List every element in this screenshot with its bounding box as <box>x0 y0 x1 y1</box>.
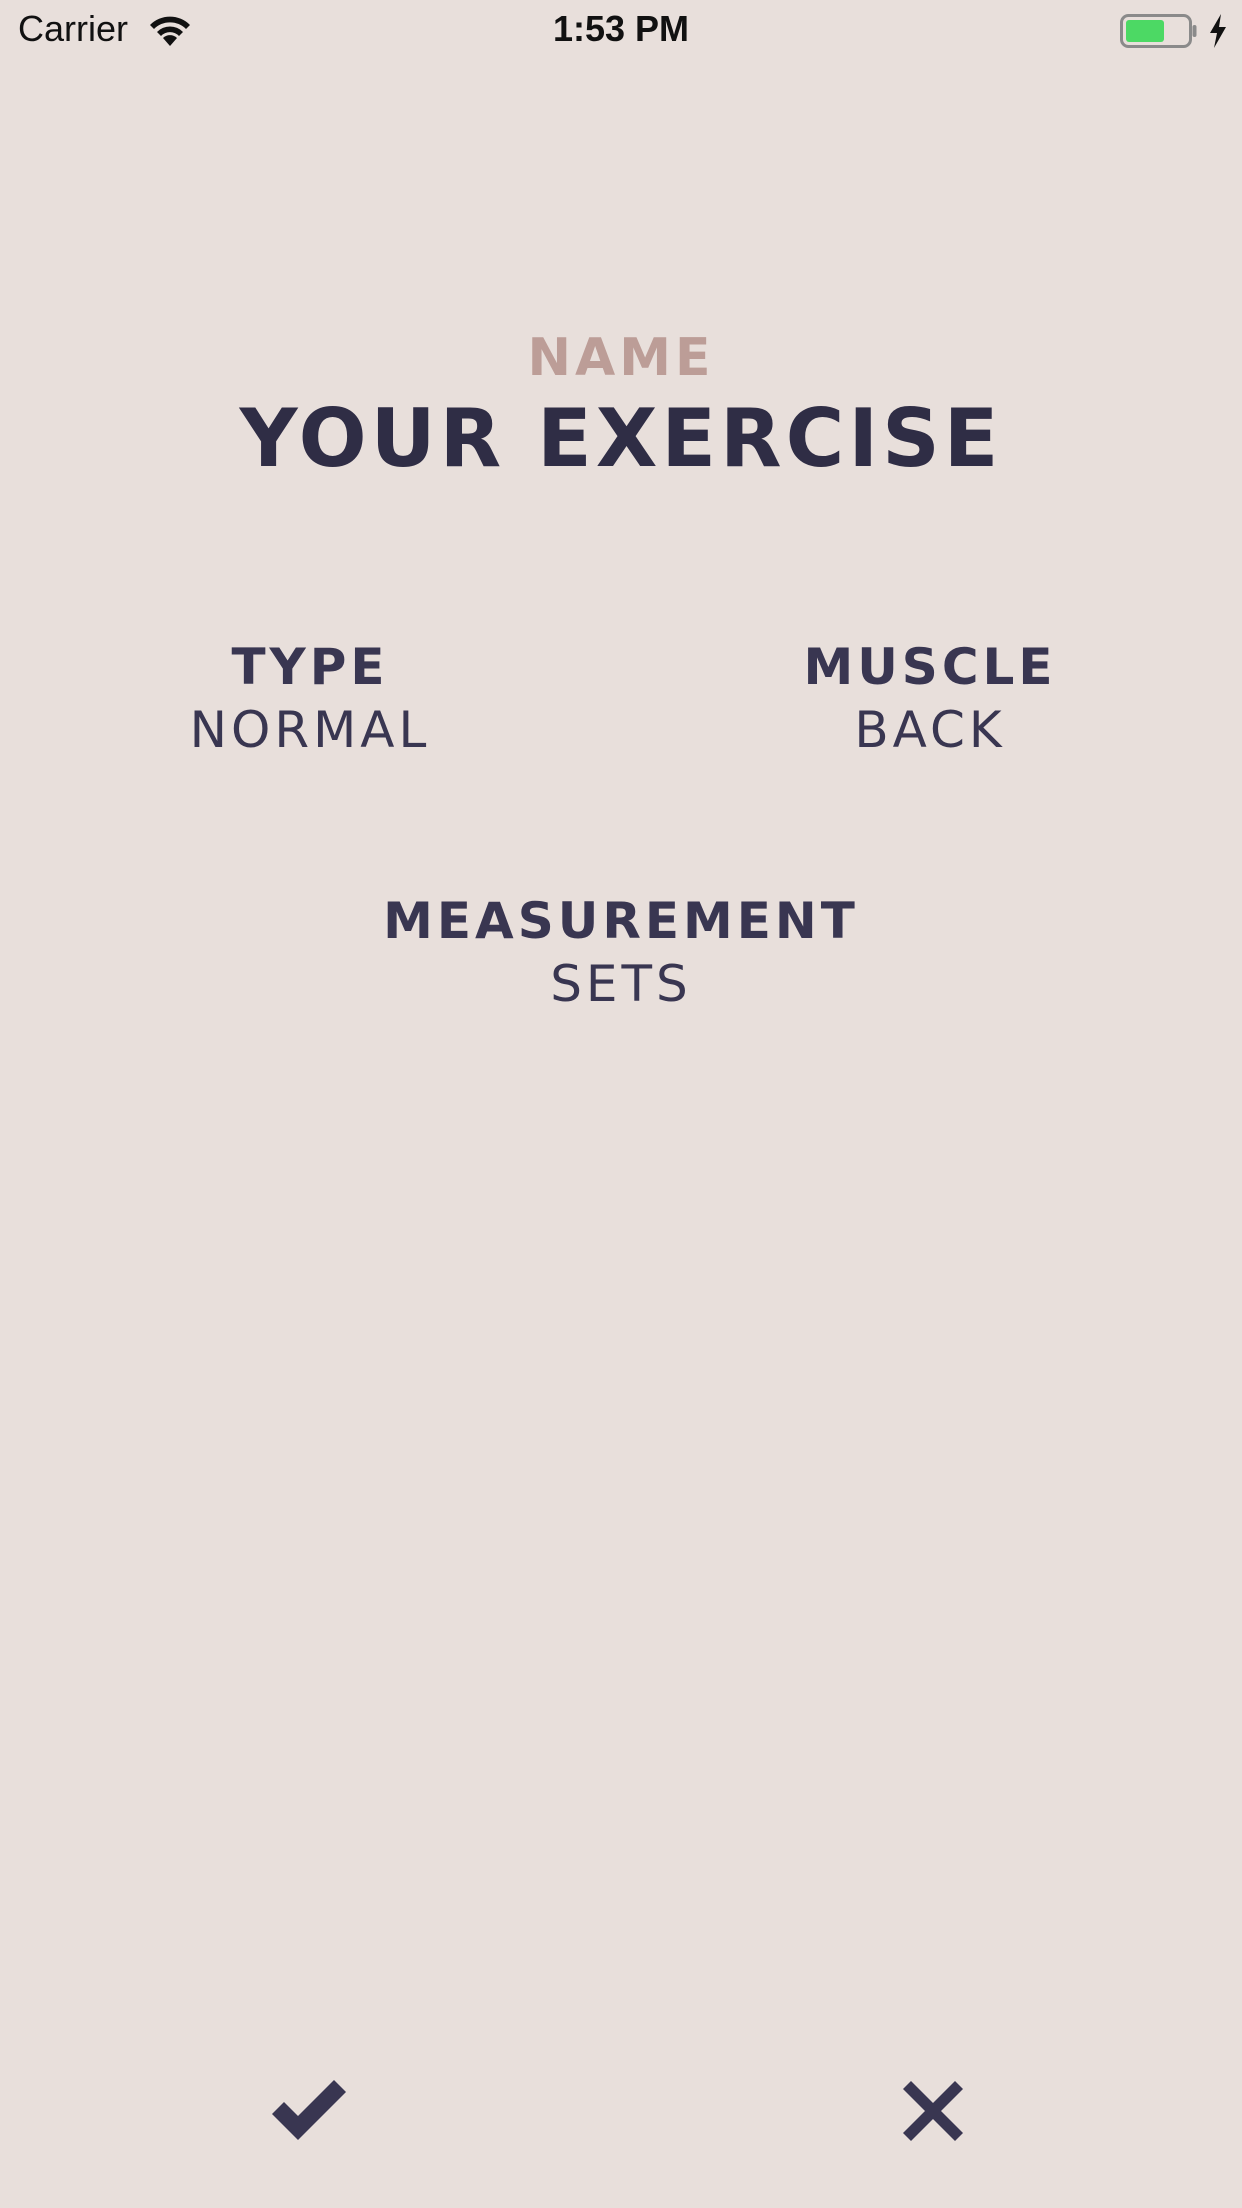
battery-icon <box>1120 14 1197 48</box>
measurement-selector[interactable]: MEASUREMENT SETS <box>321 890 921 1016</box>
close-icon <box>903 2081 963 2141</box>
muscle-selector[interactable]: MUSCLE BACK <box>730 636 1130 762</box>
type-value[interactable]: NORMAL <box>110 698 510 762</box>
checkmark-icon <box>272 2080 346 2140</box>
charging-icon <box>1210 14 1226 48</box>
measurement-value[interactable]: SETS <box>321 952 921 1016</box>
type-label: TYPE <box>231 638 389 696</box>
exercise-name-field[interactable]: YOUR EXERCISE <box>0 392 1242 485</box>
type-selector[interactable]: TYPE NORMAL <box>110 636 510 762</box>
muscle-label: MUSCLE <box>803 638 1057 696</box>
name-label: NAME <box>527 328 715 388</box>
confirm-button[interactable] <box>270 2078 350 2144</box>
cancel-button[interactable] <box>903 2081 963 2141</box>
muscle-value[interactable]: BACK <box>730 698 1130 762</box>
status-bar: Carrier 1:53 PM <box>0 0 1242 62</box>
status-time: 1:53 PM <box>552 8 690 49</box>
measurement-label: MEASUREMENT <box>383 892 859 950</box>
